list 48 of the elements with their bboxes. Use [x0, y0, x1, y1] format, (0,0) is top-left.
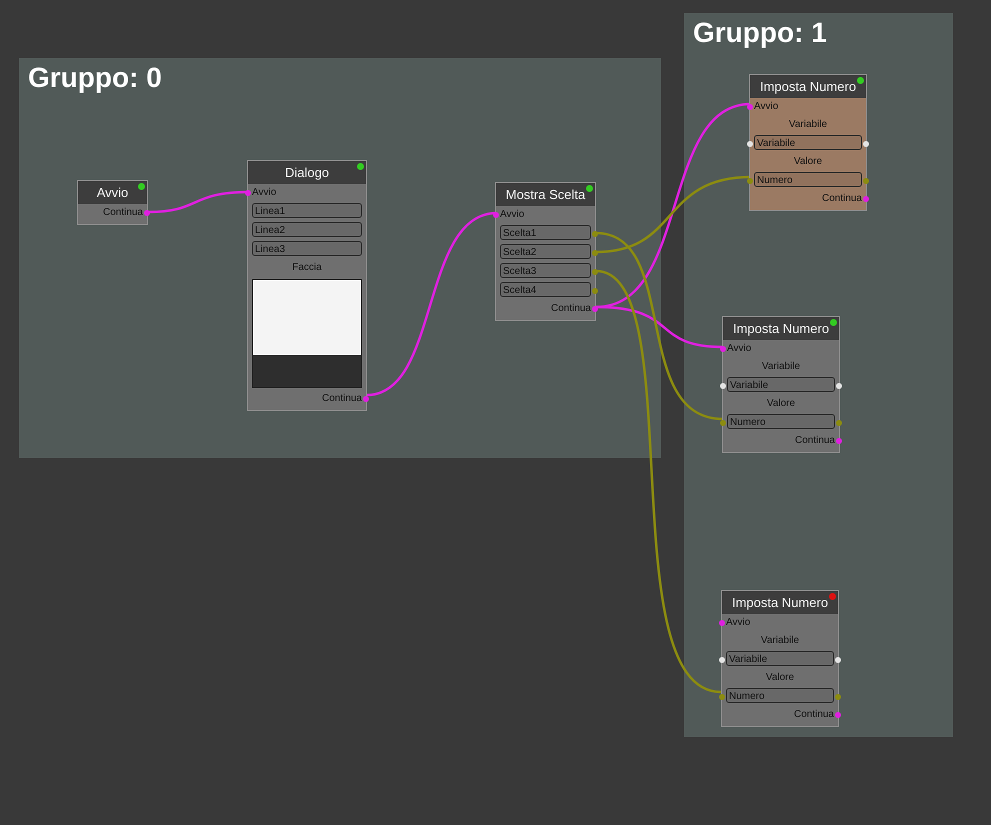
node-title: Avvio — [96, 185, 128, 200]
text-field[interactable]: Scelta3 — [500, 263, 591, 278]
text-field[interactable]: Variabile — [754, 135, 862, 150]
output-port[interactable] — [836, 383, 842, 389]
output-label: Continua — [794, 435, 835, 446]
output-label: Continua — [550, 303, 591, 314]
node-card[interactable]: Dialogo Avvio Linea1 Linea2 Linea3 Faccia Continua — [247, 160, 367, 411]
property-label: Valore — [766, 398, 796, 409]
output-label: Continua — [322, 393, 362, 404]
text-field[interactable]: Linea1 — [252, 203, 362, 218]
text-field[interactable]: Numero — [726, 688, 834, 703]
input-label: Avvio — [754, 101, 778, 112]
group-title: Gruppo: 1 — [693, 17, 827, 49]
input-label: Avvio — [727, 343, 752, 354]
node-title: Imposta Numero — [732, 595, 828, 610]
node-title: Imposta Numero — [732, 321, 830, 336]
text-field[interactable]: Scelta1 — [500, 225, 591, 240]
text-field[interactable]: Variabile — [726, 651, 834, 666]
group-title: Gruppo: 0 — [28, 62, 162, 94]
node-title: Imposta Numero — [760, 79, 856, 94]
node-title: Dialogo — [284, 165, 330, 180]
node-card[interactable]: Avvio Continua — [77, 180, 148, 225]
node-title: Mostra Scelta — [506, 187, 586, 202]
output-label: Continua — [102, 207, 143, 218]
output-port[interactable] — [835, 657, 841, 663]
property-label: Faccia — [292, 262, 322, 273]
text-field[interactable]: Numero — [727, 414, 835, 429]
text-field[interactable]: Scelta2 — [500, 244, 591, 259]
property-label: Variabile — [760, 635, 800, 646]
property-label: Valore — [794, 156, 822, 167]
node-card[interactable]: Mostra Scelta Avvio Scelta1 Scelta2 Scelta3 Scelta4 Continua — [495, 182, 596, 321]
property-label: Variabile — [762, 361, 800, 372]
input-label: Avvio — [726, 617, 750, 628]
text-field[interactable]: Linea2 — [252, 222, 362, 237]
output-label: Continua — [822, 193, 862, 204]
output-label: Continua — [794, 709, 834, 720]
node-card[interactable]: Imposta Numero Avvio Variabile Variabile Valore Numero Continua — [721, 590, 839, 727]
text-field[interactable]: Linea3 — [252, 241, 362, 256]
output-port[interactable] — [863, 141, 869, 147]
node-card[interactable]: Imposta Numero Avvio Variabile Variabile Valore Numero Continua — [749, 74, 867, 211]
property-label: Variabile — [788, 119, 828, 130]
text-field[interactable]: Numero — [754, 172, 862, 187]
input-label: Avvio — [500, 209, 524, 220]
property-label: Valore — [766, 672, 794, 683]
text-field[interactable]: Scelta4 — [500, 282, 591, 297]
text-field[interactable]: Variabile — [727, 377, 835, 392]
input-label: Avvio — [252, 187, 276, 198]
node-card[interactable]: Imposta Numero Avvio Variabile Variabile Valore Numero Continua — [722, 316, 840, 453]
